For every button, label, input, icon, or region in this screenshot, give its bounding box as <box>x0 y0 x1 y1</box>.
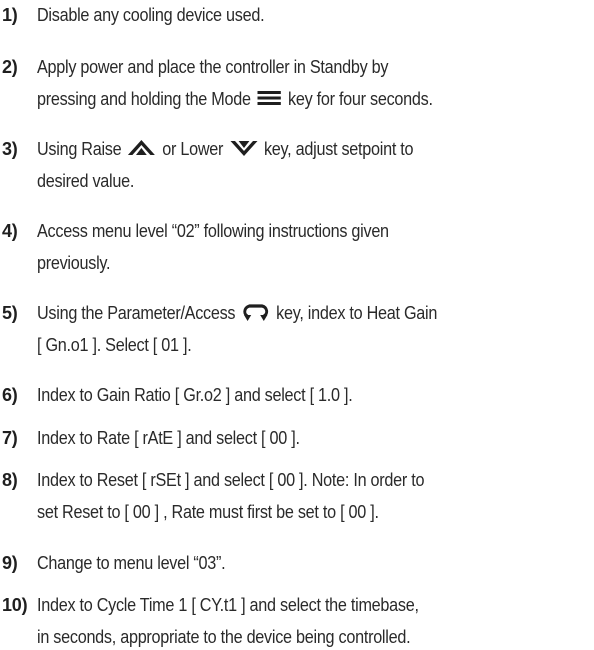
step-text-line: Change to menu level “03”. <box>37 550 226 576</box>
step-text: in seconds, appropriate to the device be… <box>37 627 411 647</box>
step-text: pressing and holding the Mode <box>37 89 255 109</box>
step-text: Access menu level “02” following instruc… <box>37 221 389 241</box>
step-number: 3) <box>2 139 18 159</box>
step-text: Change to menu level “03”. <box>37 553 226 573</box>
step-number: 1) <box>2 5 18 25</box>
step-number: 8) <box>2 470 18 490</box>
step-text: desired value. <box>37 171 135 191</box>
step-text: Apply power and place the controller in … <box>37 57 389 77</box>
step-text: set Reset to [ 00 ] , Rate must first be… <box>37 502 379 522</box>
parameter-access-icon <box>242 303 269 322</box>
step-text: Index to Reset [ rSEt ] and select [ 00 … <box>37 470 425 490</box>
step-text-line: Disable any cooling device used. <box>37 2 265 28</box>
step-text-line: Apply power and place the controller in … <box>37 54 388 80</box>
step-text: or Lower <box>158 139 228 159</box>
step-text: key, index to Heat Gain <box>271 303 438 323</box>
step-text-line: Access menu level “02” following instruc… <box>37 218 389 244</box>
step-text: Index to Cycle Time 1 [ CY.t1 ] and sele… <box>37 595 419 615</box>
step-number: 7) <box>2 428 18 448</box>
step-text-line: Using the Parameter/Access key, index to… <box>37 300 437 326</box>
step-text-line: Using Raise or Lower key, adjust setpoin… <box>37 136 414 162</box>
step-number: 6) <box>2 385 18 405</box>
step-text-line: pressing and holding the Mode key for fo… <box>37 86 433 112</box>
step-text-line: [ Gn.o1 ]. Select [ 01 ]. <box>37 332 192 358</box>
step-text: Using the Parameter/Access <box>37 303 240 323</box>
step-text: key for four seconds. <box>283 89 433 109</box>
raise-icon <box>128 140 156 156</box>
step-text-line: Index to Gain Ratio [ Gr.o2 ] and select… <box>37 382 353 408</box>
step-text: Using Raise <box>37 139 126 159</box>
step-text-line: in seconds, appropriate to the device be… <box>37 624 411 650</box>
step-text: Disable any cooling device used. <box>37 5 265 25</box>
step-text: key, adjust setpoint to <box>259 139 414 159</box>
step-text: [ Gn.o1 ]. Select [ 01 ]. <box>37 335 192 355</box>
menu-icon <box>257 91 282 106</box>
step-text: Index to Rate [ rAtE ] and select [ 00 ]… <box>37 428 300 448</box>
step-number: 10) <box>2 595 28 615</box>
lower-icon <box>230 140 258 157</box>
step-number: 2) <box>2 57 18 77</box>
step-text-line: Index to Rate [ rAtE ] and select [ 00 ]… <box>37 425 300 451</box>
step-text: previously. <box>37 253 111 273</box>
step-number: 4) <box>2 221 18 241</box>
step-text-line: desired value. <box>37 168 134 194</box>
step-text-line: previously. <box>37 250 111 276</box>
step-number: 5) <box>2 303 18 323</box>
step-text-line: set Reset to [ 00 ] , Rate must first be… <box>37 499 379 525</box>
step-text-line: Index to Cycle Time 1 [ CY.t1 ] and sele… <box>37 592 419 618</box>
step-text-line: Index to Reset [ rSEt ] and select [ 00 … <box>37 467 424 493</box>
step-number: 9) <box>2 553 18 573</box>
step-text: Index to Gain Ratio [ Gr.o2 ] and select… <box>37 385 353 405</box>
